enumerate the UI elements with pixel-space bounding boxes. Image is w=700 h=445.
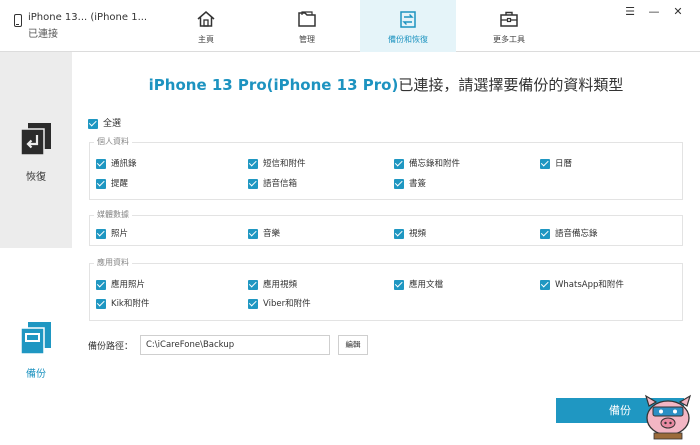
sidebar-item-restore-label: 恢復 [26,172,46,183]
group-title: 媒體數據 [94,209,132,220]
group-app-data: 應用資料 應用照片 應用視頻 應用文檔 WhatsApp和附件 Kik和附件 V… [89,257,683,321]
select-all-checkbox[interactable]: 全選 [88,116,121,129]
pig-logo-icon [644,394,692,440]
tab-manage[interactable]: 管理 [259,0,355,52]
option-label: 音樂 [263,229,281,239]
option-label: 應用視頻 [263,280,298,290]
option-music[interactable]: 音樂 [248,227,280,239]
folder-icon [298,11,316,27]
option-app-videos[interactable]: 應用視頻 [248,278,297,290]
option-bookmarks[interactable]: 書簽 [394,177,426,189]
checkbox-checked-icon [88,118,98,129]
tab-home-label: 主頁 [198,35,214,44]
backup-icon [20,322,51,355]
checkbox-checked-icon [96,228,106,239]
option-viber[interactable]: Viber和附件 [248,297,311,309]
checkbox-checked-icon [540,279,550,290]
group-title: 個人資料 [94,136,132,147]
option-label: 提醒 [111,179,129,189]
option-label: 照片 [111,229,129,239]
checkbox-checked-icon [394,158,404,169]
tab-backup-restore-label: 備份和恢復 [388,35,428,44]
option-label: 應用照片 [111,280,146,290]
option-whatsapp[interactable]: WhatsApp和附件 [540,278,624,290]
phone-icon [14,14,22,27]
sidebar-item-backup-label: 備份 [26,369,46,380]
checkbox-checked-icon [248,228,258,239]
option-label: Viber和附件 [263,299,311,309]
option-label: Kik和附件 [111,299,150,309]
page-title-text: 已連接，請選擇要備份的資料類型 [398,76,624,94]
menu-icon[interactable]: ☰ [623,6,637,18]
select-all-label: 全選 [103,119,122,129]
group-title: 應用資料 [94,257,132,268]
option-label: 應用文檔 [409,280,444,290]
checkbox-checked-icon [248,178,258,189]
checkbox-checked-icon [248,158,258,169]
option-label: 短信和附件 [263,159,306,169]
option-label: 日曆 [555,159,573,169]
home-icon [197,11,215,27]
option-label: 語音備忘錄 [555,229,598,239]
toolbox-icon [500,11,518,27]
edit-path-button[interactable]: 編輯 [338,335,368,355]
backup-path-field[interactable]: C:\iCareFone\Backup [140,335,330,355]
checkbox-checked-icon [96,178,106,189]
option-app-photos[interactable]: 應用照片 [96,278,145,290]
option-voicemail[interactable]: 語音信箱 [248,177,297,189]
option-kik[interactable]: Kik和附件 [96,297,149,309]
tab-more-tools[interactable]: 更多工具 [461,0,557,52]
checkbox-checked-icon [96,158,106,169]
checkbox-checked-icon [248,298,258,309]
option-reminders[interactable]: 提醒 [96,177,128,189]
minimize-icon[interactable]: — [647,6,661,18]
tab-backup-restore[interactable]: 備份和恢復 [360,0,456,52]
top-bar: iPhone 13... (iPhone 1... 已連接 主頁 管理 備份和恢… [0,0,700,52]
option-videos[interactable]: 視頻 [394,227,426,239]
checkbox-checked-icon [248,279,258,290]
backup-path-label: 備份路徑： [88,342,134,352]
option-label: WhatsApp和附件 [555,280,624,290]
page-title-device: iPhone 13 Pro(iPhone 13 Pro) [148,76,399,94]
tab-manage-label: 管理 [299,35,315,44]
option-label: 書簽 [409,179,427,189]
option-messages[interactable]: 短信和附件 [248,157,306,169]
group-personal-data: 個人資料 通訊錄 短信和附件 備忘錄和附件 日曆 提醒 語音信箱 書簽 [89,136,683,200]
device-name: iPhone 13... (iPhone 1... [28,12,148,23]
checkbox-checked-icon [394,228,404,239]
option-voice-memos[interactable]: 語音備忘錄 [540,227,598,239]
option-calendar[interactable]: 日曆 [540,157,572,169]
device-status: 已連接 [28,29,58,40]
checkbox-checked-icon [394,178,404,189]
page-title: iPhone 13 Pro(iPhone 13 Pro)已連接，請選擇要備份的資… [72,74,700,95]
tab-home[interactable]: 主頁 [158,0,254,52]
backup-restore-icon [400,11,416,28]
group-media-data: 媒體數據 照片 音樂 視頻 語音備忘錄 [89,209,683,246]
option-notes[interactable]: 備忘錄和附件 [394,157,460,169]
close-icon[interactable]: ✕ [671,6,685,18]
sidebar-item-backup[interactable]: 備份 [0,307,72,387]
checkbox-checked-icon [540,158,550,169]
option-contacts[interactable]: 通訊錄 [96,157,137,169]
sidebar: 恢復 備份 [0,52,72,445]
option-app-documents[interactable]: 應用文檔 [394,278,443,290]
checkbox-checked-icon [96,298,106,309]
checkbox-checked-icon [96,279,106,290]
option-label: 語音信箱 [263,179,298,189]
tab-more-tools-label: 更多工具 [493,35,525,44]
checkbox-checked-icon [540,228,550,239]
checkbox-checked-icon [394,279,404,290]
option-label: 通訊錄 [111,159,137,169]
option-label: 視頻 [409,229,427,239]
restore-icon [20,123,51,156]
option-photos[interactable]: 照片 [96,227,128,239]
sidebar-item-restore[interactable]: 恢復 [0,52,72,248]
option-label: 備忘錄和附件 [409,159,461,169]
